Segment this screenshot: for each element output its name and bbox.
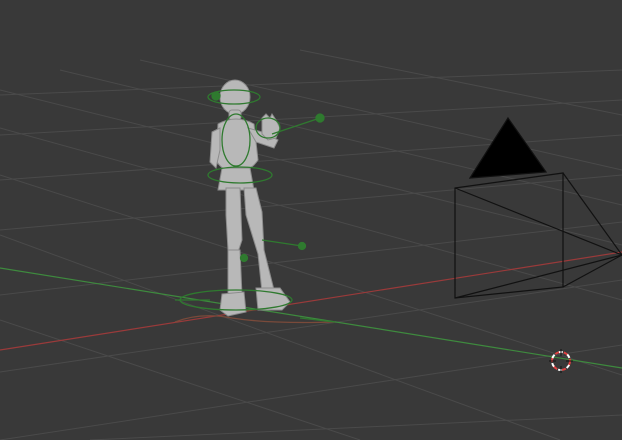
floor-grid <box>0 49 622 440</box>
viewport-canvas[interactable] <box>0 0 622 440</box>
camera-up-triangle <box>468 116 548 179</box>
x-axis-line <box>0 251 622 351</box>
3d-viewport[interactable] <box>0 0 622 440</box>
y-axis-line <box>0 267 622 369</box>
